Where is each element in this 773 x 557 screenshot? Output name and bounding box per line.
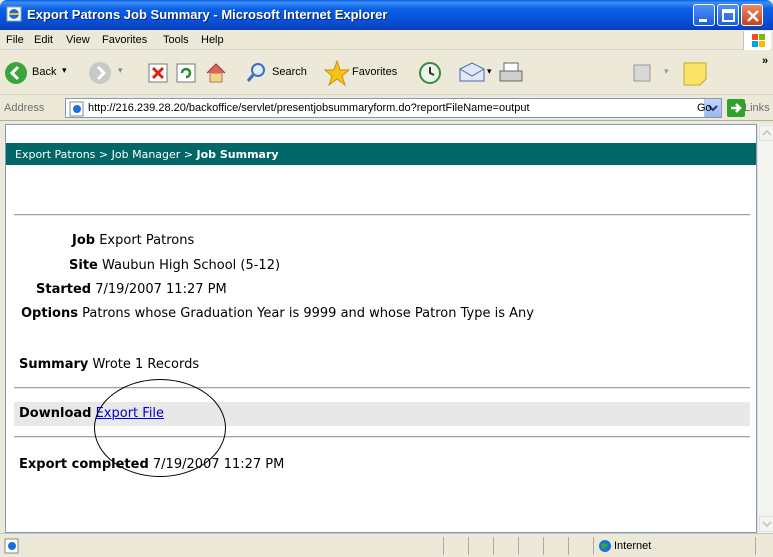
- go-button[interactable]: [727, 99, 745, 117]
- links-label[interactable]: Links: [744, 102, 770, 114]
- status-separator: [543, 537, 544, 555]
- maximize-icon: [722, 9, 735, 22]
- menu-help[interactable]: Help: [201, 34, 224, 46]
- chevron-up-icon: [762, 129, 772, 136]
- divider: [14, 214, 750, 216]
- summary-value: Wrote 1 Records: [92, 357, 200, 372]
- search-label: Search: [272, 66, 307, 78]
- mail-dropdown-icon[interactable]: ▾: [487, 66, 492, 77]
- page-status-icon: [4, 538, 19, 554]
- favorites-star-icon: [323, 59, 351, 87]
- security-zone-label: Internet: [614, 540, 652, 552]
- job-label: Job: [72, 233, 96, 248]
- search-button[interactable]: Search: [246, 61, 316, 85]
- address-label: Address: [4, 102, 45, 114]
- favorites-label: Favorites: [352, 66, 398, 78]
- menu-edit[interactable]: Edit: [34, 34, 53, 46]
- forward-arrow-icon: [89, 62, 111, 84]
- back-arrow-icon: [5, 62, 27, 84]
- back-label: Back: [32, 66, 57, 78]
- site-label: Site: [69, 258, 98, 273]
- menu-view[interactable]: View: [66, 34, 90, 46]
- maximize-button[interactable]: [717, 4, 739, 26]
- breadcrumb-export-patrons[interactable]: Export Patrons: [15, 148, 95, 161]
- started-label: Started: [36, 282, 92, 297]
- menu-file[interactable]: File: [6, 34, 24, 46]
- status-separator: [493, 537, 494, 555]
- status-separator: [755, 537, 756, 555]
- toolbar: Back ▾ ▾ Search Favorites ▾ ▾ »: [0, 51, 773, 95]
- started-row: Started 7/19/2007 11:27 PM: [36, 282, 227, 297]
- go-arrow-icon: [731, 103, 742, 113]
- started-value: 7/19/2007 11:27 PM: [95, 282, 227, 297]
- summary-row: Summary Wrote 1 Records: [19, 357, 199, 372]
- page-icon: [69, 101, 84, 117]
- forward-dropdown-icon[interactable]: ▾: [118, 65, 123, 76]
- chevron-down-icon: [762, 521, 772, 528]
- breadcrumb-job-manager[interactable]: Job Manager: [112, 148, 181, 161]
- refresh-icon[interactable]: [176, 63, 196, 83]
- status-separator: [518, 537, 519, 555]
- back-button[interactable]: Back ▾: [4, 61, 70, 85]
- breadcrumb-separator: >: [98, 148, 109, 161]
- scroll-up-button[interactable]: [759, 125, 773, 141]
- title-bar: Export Patrons Job Summary - Microsoft I…: [0, 0, 773, 30]
- toolbar-overflow-icon[interactable]: »: [762, 55, 768, 67]
- breadcrumb-separator: >: [183, 148, 194, 161]
- windows-logo-icon: [743, 31, 771, 50]
- close-icon: [747, 10, 759, 22]
- favorites-button[interactable]: Favorites: [323, 59, 410, 87]
- mail-icon[interactable]: [458, 61, 486, 85]
- menu-tools[interactable]: Tools: [163, 34, 189, 46]
- menu-favorites[interactable]: Favorites: [102, 34, 147, 46]
- summary-label: Summary: [19, 357, 89, 372]
- minimize-icon: [699, 19, 707, 22]
- edit-dropdown-icon[interactable]: ▾: [664, 66, 669, 77]
- minimize-button[interactable]: [693, 4, 715, 26]
- menu-bar: File Edit View Favorites Tools Help: [0, 30, 773, 50]
- options-label: Options: [21, 306, 78, 321]
- options-value: Patrons whose Graduation Year is 9999 an…: [82, 306, 534, 321]
- options-row: Options Patrons whose Graduation Year is…: [21, 306, 534, 321]
- status-separator: [443, 537, 444, 555]
- go-label[interactable]: Go: [697, 102, 712, 114]
- download-label: Download: [19, 406, 92, 421]
- address-url: http://216.239.28.20/backoffice/servlet/…: [88, 102, 530, 114]
- stop-icon[interactable]: [148, 63, 168, 83]
- job-value: Export Patrons: [99, 233, 195, 248]
- breadcrumb: Export Patrons > Job Manager > Job Summa…: [6, 143, 756, 165]
- site-row: Site Waubun High School (5-12): [69, 258, 280, 273]
- status-separator: [568, 537, 569, 555]
- forward-button[interactable]: ▾: [88, 61, 128, 85]
- vertical-scrollbar[interactable]: [757, 124, 773, 533]
- scroll-down-button[interactable]: [759, 516, 773, 532]
- address-input[interactable]: http://216.239.28.20/backoffice/servlet/…: [65, 98, 722, 118]
- back-dropdown-icon[interactable]: ▾: [62, 65, 67, 76]
- search-icon: [246, 63, 265, 82]
- highlight-circle-annotation: [94, 379, 226, 477]
- breadcrumb-text: Export Patrons > Job Manager > Job Summa…: [15, 148, 279, 161]
- window-title: Export Patrons Job Summary - Microsoft I…: [27, 7, 388, 22]
- messenger-note-icon[interactable]: [682, 61, 708, 87]
- close-button[interactable]: [741, 4, 763, 26]
- ie-page-icon: [6, 6, 22, 22]
- breadcrumb-current: Job Summary: [196, 148, 279, 161]
- edit-page-icon[interactable]: [632, 63, 652, 83]
- site-value: Waubun High School (5-12): [102, 258, 281, 273]
- print-icon[interactable]: [498, 61, 524, 85]
- status-separator: [593, 537, 594, 555]
- status-separator: [468, 537, 469, 555]
- page-content: Export Patrons > Job Manager > Job Summa…: [5, 124, 757, 533]
- job-row: Job Export Patrons: [72, 233, 194, 248]
- status-bar: Internet: [0, 533, 773, 557]
- internet-globe-icon: [599, 540, 611, 552]
- address-bar: Address http://216.239.28.20/backoffice/…: [0, 96, 773, 121]
- history-icon[interactable]: [418, 61, 442, 85]
- home-icon[interactable]: [204, 61, 228, 85]
